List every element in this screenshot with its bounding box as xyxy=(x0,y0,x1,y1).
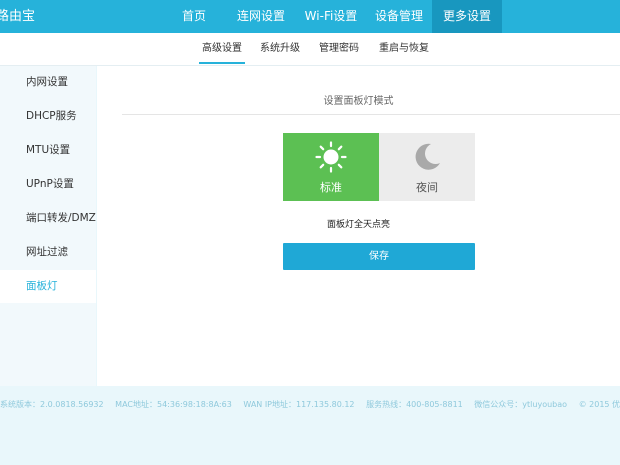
mode-standard-label: 标准 xyxy=(320,181,342,194)
nav-wifi-settings[interactable]: Wi-Fi设置 xyxy=(296,0,366,33)
footer: 系统版本：2.0.0818.56932 MAC地址：54:36:98:18:8A… xyxy=(0,398,620,412)
footer-version: 系统版本：2.0.0818.56932 xyxy=(0,400,104,409)
sun-icon xyxy=(315,141,347,173)
sidebar-item-lan[interactable]: 内网设置 xyxy=(0,66,96,99)
nav-home[interactable]: 首页 xyxy=(166,0,222,33)
footer-wan-ip: WAN IP地址：117.135.80.12 xyxy=(243,400,355,409)
sidebar-item-port-forwarding[interactable]: 端口转发/DMZ xyxy=(0,202,96,235)
section-title: 设置面板灯模式 xyxy=(323,96,394,107)
sidebar-item-panel-light[interactable]: 面板灯 xyxy=(0,270,96,303)
main-content: 设置面板灯模式 标准 夜间 面板灯全天点亮 保存 xyxy=(97,66,620,386)
tab-system-upgrade[interactable]: 系统升级 xyxy=(257,33,303,64)
tab-admin-password[interactable]: 管理密码 xyxy=(316,33,362,64)
footer-wechat: 微信公众号：ytluyoubao xyxy=(474,400,568,409)
save-button[interactable]: 保存 xyxy=(283,243,475,270)
sidebar: 内网设置 DHCP服务 MTU设置 UPnP设置 端口转发/DMZ 网址过滤 面… xyxy=(0,66,96,386)
moon-icon xyxy=(415,143,440,170)
sidebar-item-dhcp[interactable]: DHCP服务 xyxy=(0,100,96,133)
mode-description: 面板灯全天点亮 xyxy=(326,220,390,230)
mode-night-label: 夜间 xyxy=(416,181,438,194)
tab-advanced-settings[interactable]: 高级设置 xyxy=(199,33,245,64)
nav-device-management[interactable]: 设备管理 xyxy=(366,0,432,33)
sidebar-item-upnp[interactable]: UPnP设置 xyxy=(0,168,96,201)
footer-copyright: © 2015 优酷土豆 xyxy=(578,400,620,409)
top-navigation-bar: 路由宝 首页 连网设置 Wi-Fi设置 设备管理 更多设置 xyxy=(0,0,620,33)
divider xyxy=(122,114,620,115)
sidebar-item-mtu[interactable]: MTU设置 xyxy=(0,134,96,167)
mode-night-button[interactable]: 夜间 xyxy=(379,133,475,201)
mode-standard-button[interactable]: 标准 xyxy=(283,133,379,201)
brand-title: 路由宝 xyxy=(0,9,36,24)
sidebar-item-url-filter[interactable]: 网址过滤 xyxy=(0,236,96,269)
footer-hotline: 服务热线：400-805-8811 xyxy=(366,400,463,409)
sub-navigation: 高级设置 系统升级 管理密码 重启与恢复 xyxy=(0,33,620,66)
nav-more-settings[interactable]: 更多设置 xyxy=(432,0,502,33)
footer-mac: MAC地址：54:36:98:18:8A:63 xyxy=(115,400,232,409)
nav-network-settings[interactable]: 连网设置 xyxy=(226,0,296,33)
tab-reboot-restore[interactable]: 重启与恢复 xyxy=(375,33,433,64)
